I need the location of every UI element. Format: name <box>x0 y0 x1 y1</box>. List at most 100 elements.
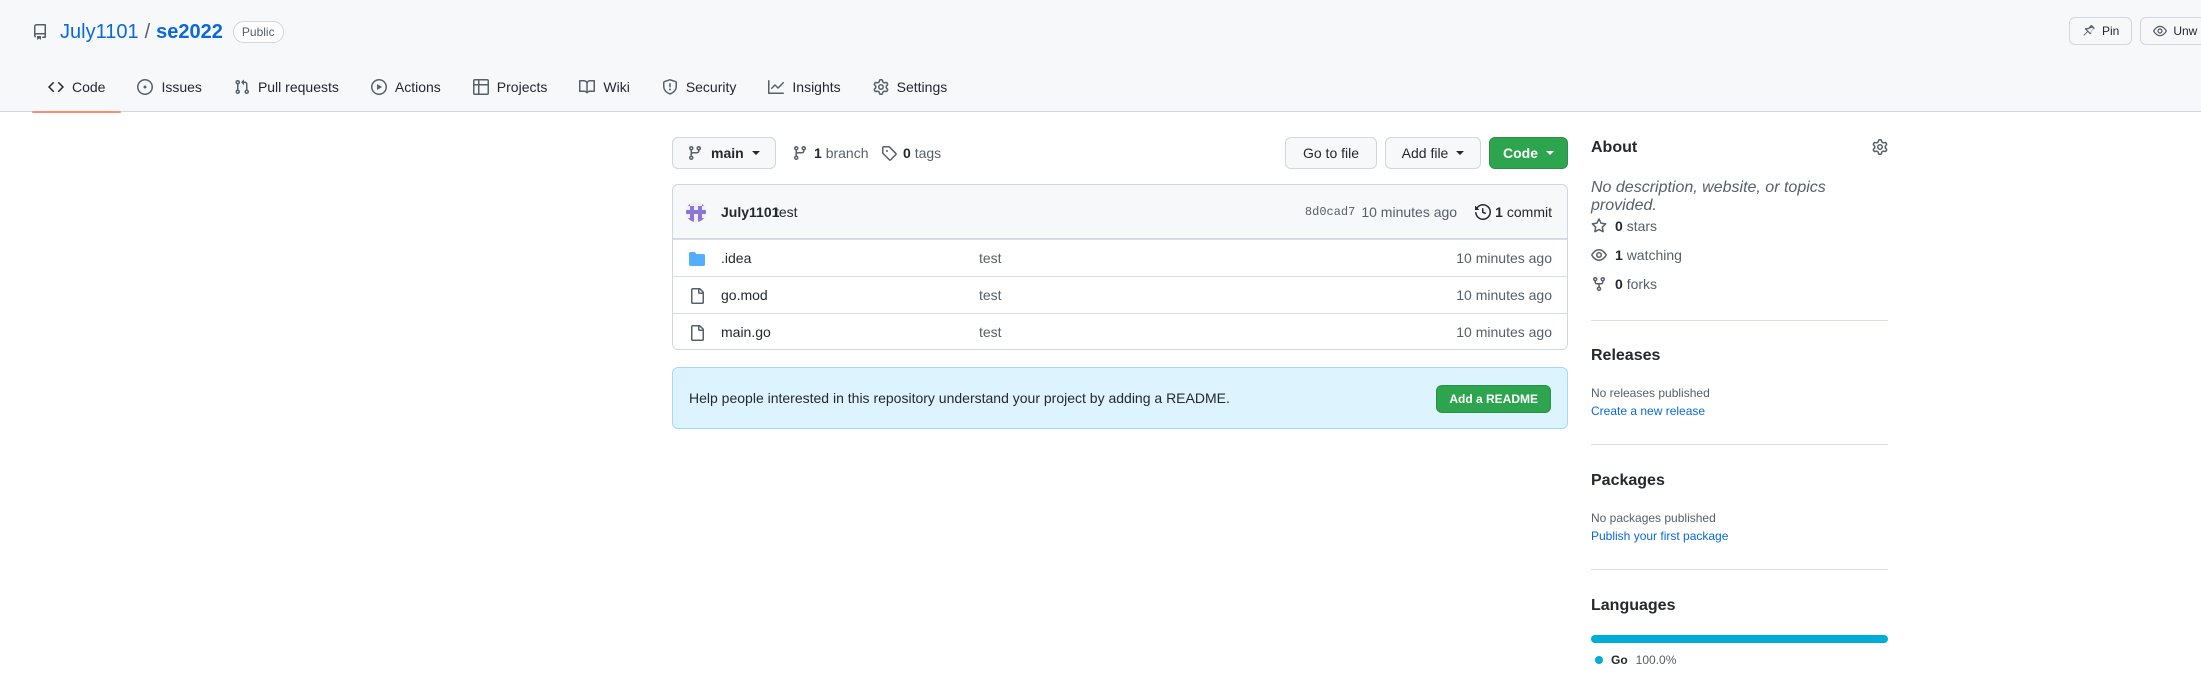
tab-projects[interactable]: Projects <box>457 71 564 112</box>
language-name: Go <box>1611 653 1628 667</box>
latest-commit: July1101 test 8d0cad7 10 minutes ago 1 c… <box>673 185 1567 239</box>
add-file-button[interactable]: Add file <box>1385 137 1481 169</box>
tab-security-label: Security <box>685 78 737 95</box>
tab-actions[interactable]: Actions <box>355 71 457 112</box>
stars-label: stars <box>1626 218 1658 234</box>
folder-icon <box>689 251 705 267</box>
file-row[interactable]: go.mod test 10 minutes ago <box>673 276 1567 313</box>
forks-label: forks <box>1626 276 1658 292</box>
branch-count-icon <box>792 145 808 161</box>
code-icon <box>48 79 64 95</box>
tab-code-label: Code <box>72 78 106 95</box>
branch-select-button[interactable]: main <box>672 137 776 169</box>
unwatch-label: Unw <box>2173 24 2198 38</box>
path-separator: / <box>144 20 151 43</box>
commit-sha-link[interactable]: 8d0cad7 <box>1305 205 1355 219</box>
sidebar-divider <box>1591 444 1888 445</box>
branches-link[interactable]: 1 branch <box>792 137 869 169</box>
issue-icon <box>137 78 154 95</box>
file-commit-message-link[interactable]: test <box>979 250 1002 266</box>
tab-code[interactable]: Code <box>32 71 122 113</box>
gear-icon <box>873 78 889 95</box>
tab-settings-label: Settings <box>896 78 948 95</box>
fork-icon <box>1591 276 1607 292</box>
language-percent: 100.0% <box>1635 653 1677 667</box>
file-commit-message-link[interactable]: test <box>979 324 1002 340</box>
repo-title: July1101 / se2022 Public <box>32 18 284 46</box>
commit-author-link[interactable]: July1101 <box>721 204 779 220</box>
packages-heading[interactable]: Packages <box>1591 472 1665 490</box>
file-commit-message-link[interactable]: test <box>979 287 1002 303</box>
header-actions: Pin Unw <box>2069 17 2201 45</box>
sidebar-divider <box>1591 569 1888 570</box>
pin-icon <box>2082 24 2096 38</box>
tab-settings[interactable]: Settings <box>857 71 964 112</box>
file-age: 10 minutes ago <box>1456 250 1552 266</box>
packages-empty-text: No packages published <box>1591 511 1716 525</box>
tags-link[interactable]: 0 tags <box>881 137 941 169</box>
pin-button[interactable]: Pin <box>2069 17 2133 45</box>
tab-projects-label: Projects <box>496 78 548 95</box>
file-row[interactable]: .idea test 10 minutes ago <box>673 239 1567 276</box>
stars-link[interactable]: 0 stars <box>1591 218 1657 234</box>
repo-tabs: Code Issues Pull requests Actions Projec… <box>32 71 964 113</box>
tag-icon <box>881 145 897 161</box>
repo-name-link[interactable]: se2022 <box>156 21 223 44</box>
tab-issues-label: Issues <box>161 78 202 95</box>
file-age: 10 minutes ago <box>1456 287 1552 303</box>
publish-package-link[interactable]: Publish your first package <box>1591 529 1728 543</box>
branch-label: branch <box>825 145 869 161</box>
forks-count: 0 <box>1615 276 1623 292</box>
gear-icon[interactable] <box>1872 139 1888 155</box>
tab-insights[interactable]: Insights <box>752 71 856 112</box>
visibility-badge: Public <box>232 21 284 43</box>
stars-count: 0 <box>1615 218 1623 234</box>
eye-icon <box>1591 247 1607 263</box>
language-bar <box>1591 635 1888 643</box>
add-file-label: Add file <box>1401 145 1449 161</box>
code-button-label: Code <box>1503 145 1538 161</box>
file-name-link[interactable]: .idea <box>721 250 751 266</box>
repo-header: July1101 / se2022 Public Pin Unw Code Is… <box>0 0 2201 113</box>
tab-wiki[interactable]: Wiki <box>563 71 645 112</box>
tag-label: tags <box>914 145 942 161</box>
tab-actions-label: Actions <box>394 78 441 95</box>
book-icon <box>579 79 596 95</box>
commit-count: 1 <box>1495 204 1503 220</box>
forks-link[interactable]: 0 forks <box>1591 276 1657 292</box>
pin-label: Pin <box>2102 24 2120 38</box>
file-name-link[interactable]: go.mod <box>721 287 768 303</box>
go-to-file-button[interactable]: Go to file <box>1285 137 1377 169</box>
language-color-dot <box>1595 656 1603 664</box>
chevron-down-icon <box>1546 151 1554 155</box>
table-icon <box>472 78 489 95</box>
file-name-link[interactable]: main.go <box>721 324 771 340</box>
commit-message-link[interactable]: test <box>775 204 798 220</box>
readme-prompt: Help people interested in this repositor… <box>672 367 1568 429</box>
unwatch-button[interactable]: Unw <box>2140 17 2201 45</box>
star-icon <box>1591 218 1607 234</box>
create-release-link[interactable]: Create a new release <box>1591 404 1705 418</box>
watchers-link[interactable]: 1 watching <box>1591 247 1682 263</box>
branch-count: 1 <box>814 145 822 161</box>
tab-pull-requests[interactable]: Pull requests <box>218 71 355 112</box>
tab-security[interactable]: Security <box>646 71 753 112</box>
file-row[interactable]: main.go test 10 minutes ago <box>673 313 1567 349</box>
file-icon <box>689 288 705 304</box>
commits-link[interactable]: 1 commit <box>1475 204 1552 220</box>
tab-issues[interactable]: Issues <box>121 71 217 112</box>
repo-owner-link[interactable]: July1101 <box>60 21 139 44</box>
code-button[interactable]: Code <box>1489 137 1568 169</box>
avatar[interactable] <box>686 202 706 222</box>
graph-icon <box>768 79 785 95</box>
chevron-down-icon <box>751 151 760 155</box>
add-readme-button[interactable]: Add a README <box>1436 385 1551 413</box>
about-description: No description, website, or topics provi… <box>1591 179 1826 214</box>
releases-heading[interactable]: Releases <box>1591 347 1660 365</box>
branch-icon <box>687 145 703 161</box>
commit-details: 8d0cad7 10 minutes ago 1 commit <box>1305 204 1552 220</box>
languages-heading: Languages <box>1591 597 1676 614</box>
watching-count: 1 <box>1615 247 1623 263</box>
tab-pull-requests-label: Pull requests <box>257 78 339 95</box>
language-item-go[interactable]: Go 100.0% <box>1595 653 1676 667</box>
